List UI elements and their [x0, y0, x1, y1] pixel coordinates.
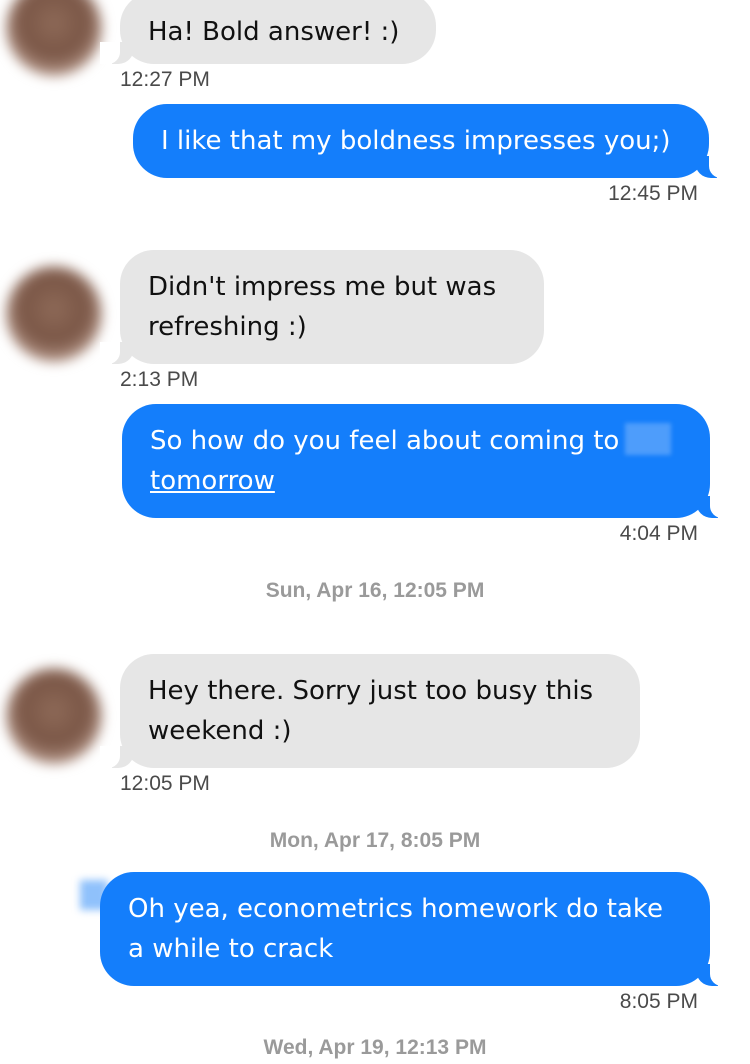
day-separator: Sun, Apr 16, 12:05 PM — [265, 579, 485, 602]
message-timestamp: 12:05 PM — [120, 772, 210, 795]
message-timestamp: 8:05 PM — [619, 990, 698, 1013]
message-text: So how do you feel about coming to — [150, 426, 620, 456]
day-separator: Wed, Apr 19, 12:13 PM — [263, 1036, 487, 1059]
message-timestamp: 2:13 PM — [120, 368, 199, 391]
contact-avatar[interactable] — [6, 266, 102, 362]
incoming-message-bubble[interactable]: Ha! Bold answer! :) — [100, 0, 436, 64]
incoming-message-bubble[interactable]: Didn't impress me but was refreshing :) — [100, 250, 544, 364]
message-timestamp: 4:04 PM — [619, 522, 698, 545]
message-link[interactable]: tomorrow — [150, 466, 275, 496]
message-thread[interactable]: Ha! Bold answer! :) 12:27 PM I like that… — [0, 0, 750, 1064]
message-text: I like that my boldness impresses you;) — [161, 126, 671, 156]
message-text: Didn't impress me but was refreshing :) — [148, 272, 497, 342]
message-text: Hey there. Sorry just too busy this week… — [148, 676, 594, 746]
contact-avatar[interactable] — [6, 0, 102, 76]
message-timestamp: 12:45 PM — [608, 182, 698, 205]
outgoing-message-bubble[interactable]: So how do you feel about coming to tomor… — [122, 404, 730, 518]
outgoing-message-bubble[interactable]: Oh yea, econometrics homework do take a … — [100, 872, 730, 986]
message-text: Ha! Bold answer! :) — [148, 17, 400, 47]
message-text: Oh yea, econometrics homework do take a … — [128, 894, 663, 964]
contact-avatar[interactable] — [6, 668, 102, 764]
incoming-message-bubble[interactable]: Hey there. Sorry just too busy this week… — [100, 654, 640, 768]
message-timestamp: 12:27 PM — [120, 68, 210, 91]
day-separator: Mon, Apr 17, 8:05 PM — [269, 829, 481, 852]
redacted-text-blur — [625, 423, 672, 455]
outgoing-message-bubble[interactable]: I like that my boldness impresses you;) — [133, 104, 729, 178]
